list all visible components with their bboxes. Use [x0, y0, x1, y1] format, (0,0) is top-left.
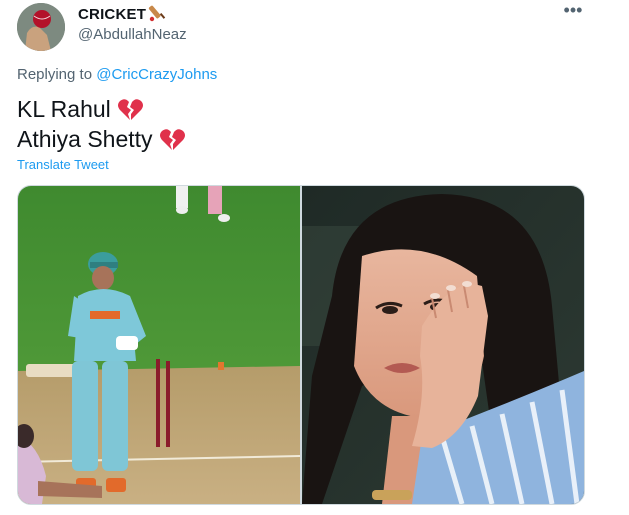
replying-to: Replying to @CricCrazyJohns	[17, 66, 217, 83]
cricket-batsman-bowled-photo[interactable]	[18, 186, 300, 504]
more-options-button[interactable]: •••	[561, 1, 585, 23]
reply-mention-link[interactable]: @CricCrazyJohns	[96, 66, 217, 83]
tweet-text: Athiya Shetty	[17, 126, 153, 152]
author-avatar[interactable]	[17, 3, 65, 51]
author-name-text: CRICKET	[78, 5, 147, 23]
cricket-ball-avatar-icon	[17, 3, 65, 51]
cricket-bat-icon	[148, 5, 166, 22]
tweet-text-line-1: KL Rahul	[17, 96, 143, 123]
spectator-illustration	[302, 186, 584, 504]
translate-tweet-link[interactable]: Translate Tweet	[17, 157, 109, 172]
tweet-text-line-2: Athiya Shetty	[17, 126, 185, 153]
author-handle[interactable]: @AbdullahNeaz	[78, 26, 187, 43]
broken-heart-icon	[159, 128, 185, 150]
spectator-sad-reaction-photo[interactable]	[302, 186, 584, 504]
cricket-batsman-illustration	[18, 186, 300, 504]
tweet-card: CRICKET @AbdullahNeaz ••• Replying to @C…	[0, 0, 629, 515]
author-display-name[interactable]: CRICKET	[78, 5, 166, 23]
tweet-text: KL Rahul	[17, 96, 111, 122]
tweet-media	[17, 185, 585, 505]
replying-to-prefix: Replying to	[17, 66, 93, 83]
broken-heart-icon	[117, 98, 143, 120]
